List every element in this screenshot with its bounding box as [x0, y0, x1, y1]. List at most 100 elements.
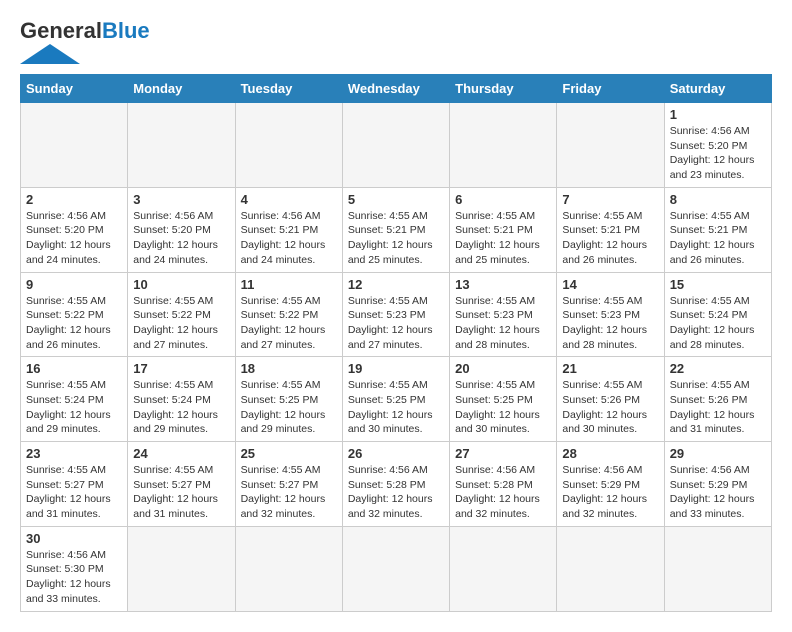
day-number: 19: [348, 361, 444, 376]
day-number: 23: [26, 446, 122, 461]
calendar: SundayMondayTuesdayWednesdayThursdayFrid…: [20, 74, 772, 612]
day-info: Sunrise: 4:55 AM Sunset: 5:21 PM Dayligh…: [455, 209, 551, 268]
logo-icon: [20, 44, 80, 64]
day-info: Sunrise: 4:56 AM Sunset: 5:28 PM Dayligh…: [348, 463, 444, 522]
day-cell: 7Sunrise: 4:55 AM Sunset: 5:21 PM Daylig…: [557, 187, 664, 272]
day-cell: 25 Sunrise: 4:55 AM Sunset: 5:27 PM Dayli…: [235, 442, 342, 527]
day-info: Sunrise: 4:56 AM Sunset: 5:21 PM Dayligh…: [241, 209, 337, 268]
day-cell: 15 Sunrise: 4:55 AM Sunset: 5:24 PM Dayli…: [664, 272, 771, 357]
day-number: 25: [241, 446, 337, 461]
day-cell: 21 Sunrise: 4:55 AM Sunset: 5:26 PM Dayli…: [557, 357, 664, 442]
day-info: Sunrise: 4:55 AM Sunset: 5:24 PM Dayligh…: [133, 378, 229, 437]
day-cell: [664, 526, 771, 611]
day-cell: [342, 526, 449, 611]
day-info: Sunrise: 4:55 AM Sunset: 5:21 PM Dayligh…: [348, 209, 444, 268]
day-info: Sunrise: 4:55 AM Sunset: 5:24 PM Dayligh…: [670, 294, 766, 353]
day-info: Sunrise: 4:55 AM Sunset: 5:25 PM Dayligh…: [348, 378, 444, 437]
day-cell: 8 Sunrise: 4:55 AM Sunset: 5:21 PM Daylig…: [664, 187, 771, 272]
weekday-header-sunday: Sunday: [21, 75, 128, 103]
day-number: 24: [133, 446, 229, 461]
day-number: 10: [133, 277, 229, 292]
day-cell: 22 Sunrise: 4:55 AM Sunset: 5:26 PM Dayli…: [664, 357, 771, 442]
day-cell: 5 Sunrise: 4:55 AM Sunset: 5:21 PM Daylig…: [342, 187, 449, 272]
day-cell: 23 Sunrise: 4:55 AM Sunset: 5:27 PM Dayli…: [21, 442, 128, 527]
logo-text: GeneralBlue: [20, 20, 150, 42]
day-cell: 12 Sunrise: 4:55 AM Sunset: 5:23 PM Dayli…: [342, 272, 449, 357]
day-number: 1: [670, 107, 766, 122]
day-number: 15: [670, 277, 766, 292]
day-cell: [128, 103, 235, 188]
day-info: Sunrise: 4:55 AM Sunset: 5:25 PM Dayligh…: [241, 378, 337, 437]
day-cell: 19 Sunrise: 4:55 AM Sunset: 5:25 PM Dayli…: [342, 357, 449, 442]
week-row-4: 23 Sunrise: 4:55 AM Sunset: 5:27 PM Dayli…: [21, 442, 772, 527]
day-info: Sunrise: 4:55 AM Sunset: 5:22 PM Dayligh…: [26, 294, 122, 353]
weekday-header-wednesday: Wednesday: [342, 75, 449, 103]
day-number: 18: [241, 361, 337, 376]
day-info: Sunrise: 4:56 AM Sunset: 5:28 PM Dayligh…: [455, 463, 551, 522]
weekday-header-row: SundayMondayTuesdayWednesdayThursdayFrid…: [21, 75, 772, 103]
day-number: 20: [455, 361, 551, 376]
day-cell: [450, 103, 557, 188]
day-info: Sunrise: 4:55 AM Sunset: 5:27 PM Dayligh…: [26, 463, 122, 522]
day-cell: 4Sunrise: 4:56 AM Sunset: 5:21 PM Daylig…: [235, 187, 342, 272]
day-number: 30: [26, 531, 122, 546]
day-number: 8: [670, 192, 766, 207]
day-number: 16: [26, 361, 122, 376]
weekday-header-tuesday: Tuesday: [235, 75, 342, 103]
week-row-1: 2Sunrise: 4:56 AM Sunset: 5:20 PM Daylig…: [21, 187, 772, 272]
day-info: Sunrise: 4:56 AM Sunset: 5:29 PM Dayligh…: [562, 463, 658, 522]
day-number: 12: [348, 277, 444, 292]
day-cell: [557, 103, 664, 188]
day-cell: 27 Sunrise: 4:56 AM Sunset: 5:28 PM Dayli…: [450, 442, 557, 527]
day-number: 11: [241, 277, 337, 292]
weekday-header-monday: Monday: [128, 75, 235, 103]
day-number: 26: [348, 446, 444, 461]
day-info: Sunrise: 4:55 AM Sunset: 5:26 PM Dayligh…: [670, 378, 766, 437]
day-number: 22: [670, 361, 766, 376]
day-number: 9: [26, 277, 122, 292]
day-info: Sunrise: 4:55 AM Sunset: 5:24 PM Dayligh…: [26, 378, 122, 437]
day-info: Sunrise: 4:55 AM Sunset: 5:23 PM Dayligh…: [348, 294, 444, 353]
day-cell: 17Sunrise: 4:55 AM Sunset: 5:24 PM Dayli…: [128, 357, 235, 442]
day-info: Sunrise: 4:56 AM Sunset: 5:29 PM Dayligh…: [670, 463, 766, 522]
day-info: Sunrise: 4:56 AM Sunset: 5:30 PM Dayligh…: [26, 548, 122, 607]
day-number: 28: [562, 446, 658, 461]
day-cell: 2Sunrise: 4:56 AM Sunset: 5:20 PM Daylig…: [21, 187, 128, 272]
day-cell: 14Sunrise: 4:55 AM Sunset: 5:23 PM Dayli…: [557, 272, 664, 357]
day-cell: 26 Sunrise: 4:56 AM Sunset: 5:28 PM Dayli…: [342, 442, 449, 527]
day-info: Sunrise: 4:56 AM Sunset: 5:20 PM Dayligh…: [133, 209, 229, 268]
day-info: Sunrise: 4:55 AM Sunset: 5:22 PM Dayligh…: [133, 294, 229, 353]
day-cell: [128, 526, 235, 611]
day-cell: [342, 103, 449, 188]
day-number: 6: [455, 192, 551, 207]
header: GeneralBlue: [20, 20, 772, 64]
day-info: Sunrise: 4:55 AM Sunset: 5:27 PM Dayligh…: [133, 463, 229, 522]
day-info: Sunrise: 4:55 AM Sunset: 5:26 PM Dayligh…: [562, 378, 658, 437]
day-number: 29: [670, 446, 766, 461]
day-info: Sunrise: 4:55 AM Sunset: 5:21 PM Dayligh…: [670, 209, 766, 268]
day-info: Sunrise: 4:55 AM Sunset: 5:22 PM Dayligh…: [241, 294, 337, 353]
day-info: Sunrise: 4:55 AM Sunset: 5:21 PM Dayligh…: [562, 209, 658, 268]
day-cell: 13Sunrise: 4:55 AM Sunset: 5:23 PM Dayli…: [450, 272, 557, 357]
day-number: 21: [562, 361, 658, 376]
logo-general: General: [20, 18, 102, 43]
day-info: Sunrise: 4:56 AM Sunset: 5:20 PM Dayligh…: [670, 124, 766, 183]
day-number: 3: [133, 192, 229, 207]
day-info: Sunrise: 4:55 AM Sunset: 5:23 PM Dayligh…: [455, 294, 551, 353]
day-number: 27: [455, 446, 551, 461]
day-cell: [21, 103, 128, 188]
weekday-header-friday: Friday: [557, 75, 664, 103]
day-number: 5: [348, 192, 444, 207]
day-cell: 29 Sunrise: 4:56 AM Sunset: 5:29 PM Dayli…: [664, 442, 771, 527]
day-info: Sunrise: 4:55 AM Sunset: 5:25 PM Dayligh…: [455, 378, 551, 437]
day-cell: 28 Sunrise: 4:56 AM Sunset: 5:29 PM Dayli…: [557, 442, 664, 527]
day-cell: 1 Sunrise: 4:56 AM Sunset: 5:20 PM Daylig…: [664, 103, 771, 188]
day-cell: 24 Sunrise: 4:55 AM Sunset: 5:27 PM Dayli…: [128, 442, 235, 527]
logo: GeneralBlue: [20, 20, 150, 64]
day-cell: 10 Sunrise: 4:55 AM Sunset: 5:22 PM Dayli…: [128, 272, 235, 357]
day-cell: [235, 103, 342, 188]
week-row-0: 1 Sunrise: 4:56 AM Sunset: 5:20 PM Daylig…: [21, 103, 772, 188]
day-cell: 20 Sunrise: 4:55 AM Sunset: 5:25 PM Dayli…: [450, 357, 557, 442]
day-info: Sunrise: 4:55 AM Sunset: 5:27 PM Dayligh…: [241, 463, 337, 522]
day-number: 14: [562, 277, 658, 292]
